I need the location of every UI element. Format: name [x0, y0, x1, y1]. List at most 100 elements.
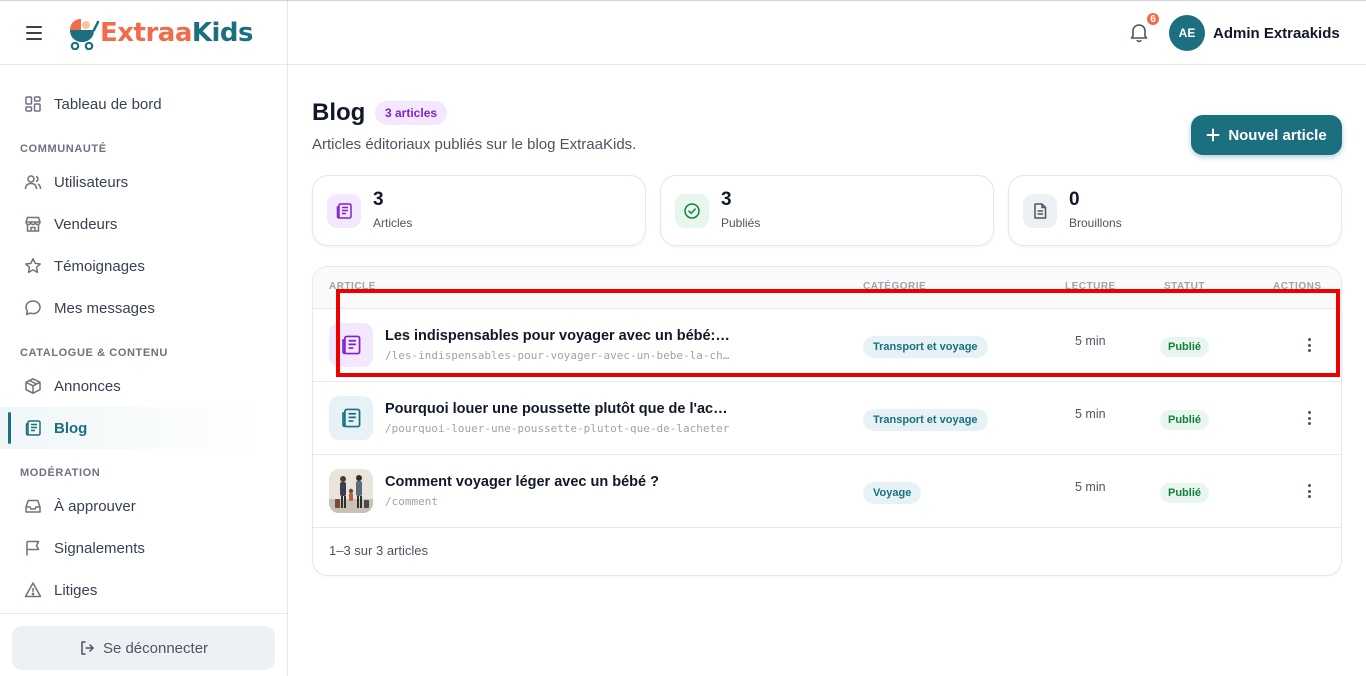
column-header-category[interactable]: CATÉGORIE	[863, 281, 926, 292]
logout-label: Se déconnecter	[102, 639, 209, 657]
sidebar-item-label: Mes messages	[54, 299, 155, 317]
table-header: ARTICLE CATÉGORIE LECTURE STATUT ACTIONS	[313, 267, 1341, 309]
sidebar-item-reports[interactable]: Signalements	[0, 527, 267, 569]
logo[interactable]: ExtraaKids	[64, 16, 254, 50]
document-icon	[1023, 194, 1057, 228]
top-header: 6 AE Admin Extraakids	[288, 1, 1366, 65]
stat-card-articles: 3 Articles	[312, 175, 646, 246]
logout-area: Se déconnecter	[0, 613, 287, 676]
sidebar-item-label: Témoignages	[54, 257, 145, 275]
section-title-catalog: CATALOGUE & CONTENU	[20, 347, 168, 359]
sidebar-item-label: Blog	[54, 419, 88, 437]
chat-icon	[24, 299, 42, 317]
sidebar-item-label: Litiges	[54, 581, 98, 599]
reading-time: 5 min	[1075, 334, 1106, 348]
article-title[interactable]: Les indispensables pour voyager avec un …	[385, 328, 730, 344]
sidebar-item-disputes[interactable]: Litiges	[0, 569, 267, 611]
sidebar-item-approve[interactable]: À approuver	[0, 485, 267, 527]
menu-toggle-icon[interactable]	[26, 21, 50, 45]
more-actions-icon[interactable]	[1301, 335, 1317, 355]
article-thumbnail-newspaper-icon	[329, 323, 373, 367]
newspaper-icon	[24, 419, 42, 437]
category-badge: Transport et voyage	[863, 409, 988, 431]
status-badge: Publié	[1160, 337, 1210, 357]
stat-label: Publiés	[721, 216, 761, 230]
table-row[interactable]: Pourquoi louer une poussette plutôt que …	[313, 382, 1341, 455]
table-row[interactable]: Les indispensables pour voyager avec un …	[313, 309, 1341, 382]
category-badge: Voyage	[863, 482, 922, 504]
plus-icon	[1206, 128, 1220, 142]
star-icon	[24, 257, 42, 275]
main-content: Blog 3 articles Articles éditoriaux publ…	[288, 65, 1366, 676]
table-row[interactable]: Comment voyager léger avec un bébé ? /co…	[313, 455, 1341, 528]
logo-text-part2: Kids	[191, 17, 254, 48]
more-actions-icon[interactable]	[1301, 481, 1317, 501]
notifications-count-badge: 6	[1145, 11, 1161, 27]
article-thumbnail-newspaper-icon	[329, 396, 373, 440]
sidebar-item-dashboard[interactable]: Tableau de bord	[0, 83, 267, 125]
section-title-community: COMMUNAUTÉ	[20, 143, 107, 155]
inbox-icon	[24, 497, 42, 515]
article-slug: /les-indispensables-pour-voyager-avec-un…	[385, 349, 730, 362]
new-article-button[interactable]: Nouvel article	[1191, 115, 1342, 155]
logout-icon	[81, 641, 94, 655]
sidebar-item-blog[interactable]: Blog	[0, 407, 267, 449]
user-name[interactable]: Admin Extraakids	[1213, 25, 1340, 42]
sidebar-item-label: Tableau de bord	[54, 95, 162, 113]
brand-bar: ExtraaKids	[0, 1, 287, 65]
sidebar-item-messages[interactable]: Mes messages	[0, 287, 267, 329]
stat-card-published: 3 Publiés	[660, 175, 994, 246]
sidebar-nav: Tableau de bord COMMUNAUTÉ Utilisateurs …	[0, 65, 287, 611]
avatar[interactable]: AE	[1169, 15, 1205, 51]
sidebar-item-vendors[interactable]: Vendeurs	[0, 203, 267, 245]
column-header-reading[interactable]: LECTURE	[1065, 281, 1116, 292]
pagination-summary: 1–3 sur 3 articles	[329, 543, 428, 558]
stat-label: Articles	[373, 216, 413, 230]
page-title: Blog	[312, 99, 366, 126]
sidebar-item-label: Annonces	[54, 377, 121, 395]
status-badge: Publié	[1160, 410, 1210, 430]
reading-time: 5 min	[1075, 407, 1106, 421]
article-slug: /pourquoi-louer-une-poussette-plutot-que…	[385, 422, 730, 435]
check-circle-icon	[675, 194, 709, 228]
sidebar: ExtraaKids Tableau de bord COMMUNAUTÉ Ut…	[0, 1, 288, 676]
newspaper-icon	[327, 194, 361, 228]
store-icon	[24, 215, 42, 233]
category-badge: Transport et voyage	[863, 336, 988, 358]
stat-label: Brouillons	[1069, 216, 1122, 230]
article-thumbnail-photo	[329, 469, 373, 513]
sidebar-item-users[interactable]: Utilisateurs	[0, 161, 267, 203]
box-icon	[24, 377, 42, 395]
warning-icon	[24, 581, 42, 599]
users-icon	[24, 173, 42, 191]
dashboard-icon	[24, 95, 42, 113]
article-count-badge: 3 articles	[375, 101, 448, 125]
articles-table: ARTICLE CATÉGORIE LECTURE STATUT ACTIONS…	[312, 266, 1342, 576]
new-article-label: Nouvel article	[1228, 126, 1327, 144]
page-subtitle: Articles éditoriaux publiés sur le blog …	[312, 136, 637, 153]
flag-icon	[24, 539, 42, 557]
stat-value: 3	[373, 189, 384, 210]
column-header-article[interactable]: ARTICLE	[329, 281, 376, 292]
sidebar-item-label: Vendeurs	[54, 215, 118, 233]
stat-value: 3	[721, 189, 732, 210]
reading-time: 5 min	[1075, 480, 1106, 494]
stat-value: 0	[1069, 189, 1080, 210]
logout-button[interactable]: Se déconnecter	[12, 626, 275, 670]
column-header-actions: ACTIONS	[1273, 281, 1322, 292]
sidebar-item-label: Utilisateurs	[54, 173, 129, 191]
sidebar-item-listings[interactable]: Annonces	[0, 365, 267, 407]
status-badge: Publié	[1160, 483, 1210, 503]
sidebar-item-testimonials[interactable]: Témoignages	[0, 245, 267, 287]
stat-card-drafts: 0 Brouillons	[1008, 175, 1342, 246]
article-title[interactable]: Pourquoi louer une poussette plutôt que …	[385, 401, 730, 417]
article-slug: /comment	[385, 495, 438, 508]
sidebar-item-label: À approuver	[54, 497, 136, 515]
stroller-logo-icon	[70, 18, 100, 50]
section-title-moderation: MODÉRATION	[20, 467, 101, 479]
column-header-status[interactable]: STATUT	[1164, 281, 1205, 292]
logo-text: ExtraaKids	[100, 17, 254, 48]
more-actions-icon[interactable]	[1301, 408, 1317, 428]
article-title[interactable]: Comment voyager léger avec un bébé ?	[385, 474, 659, 490]
logo-text-part1: Extraa	[100, 17, 192, 48]
